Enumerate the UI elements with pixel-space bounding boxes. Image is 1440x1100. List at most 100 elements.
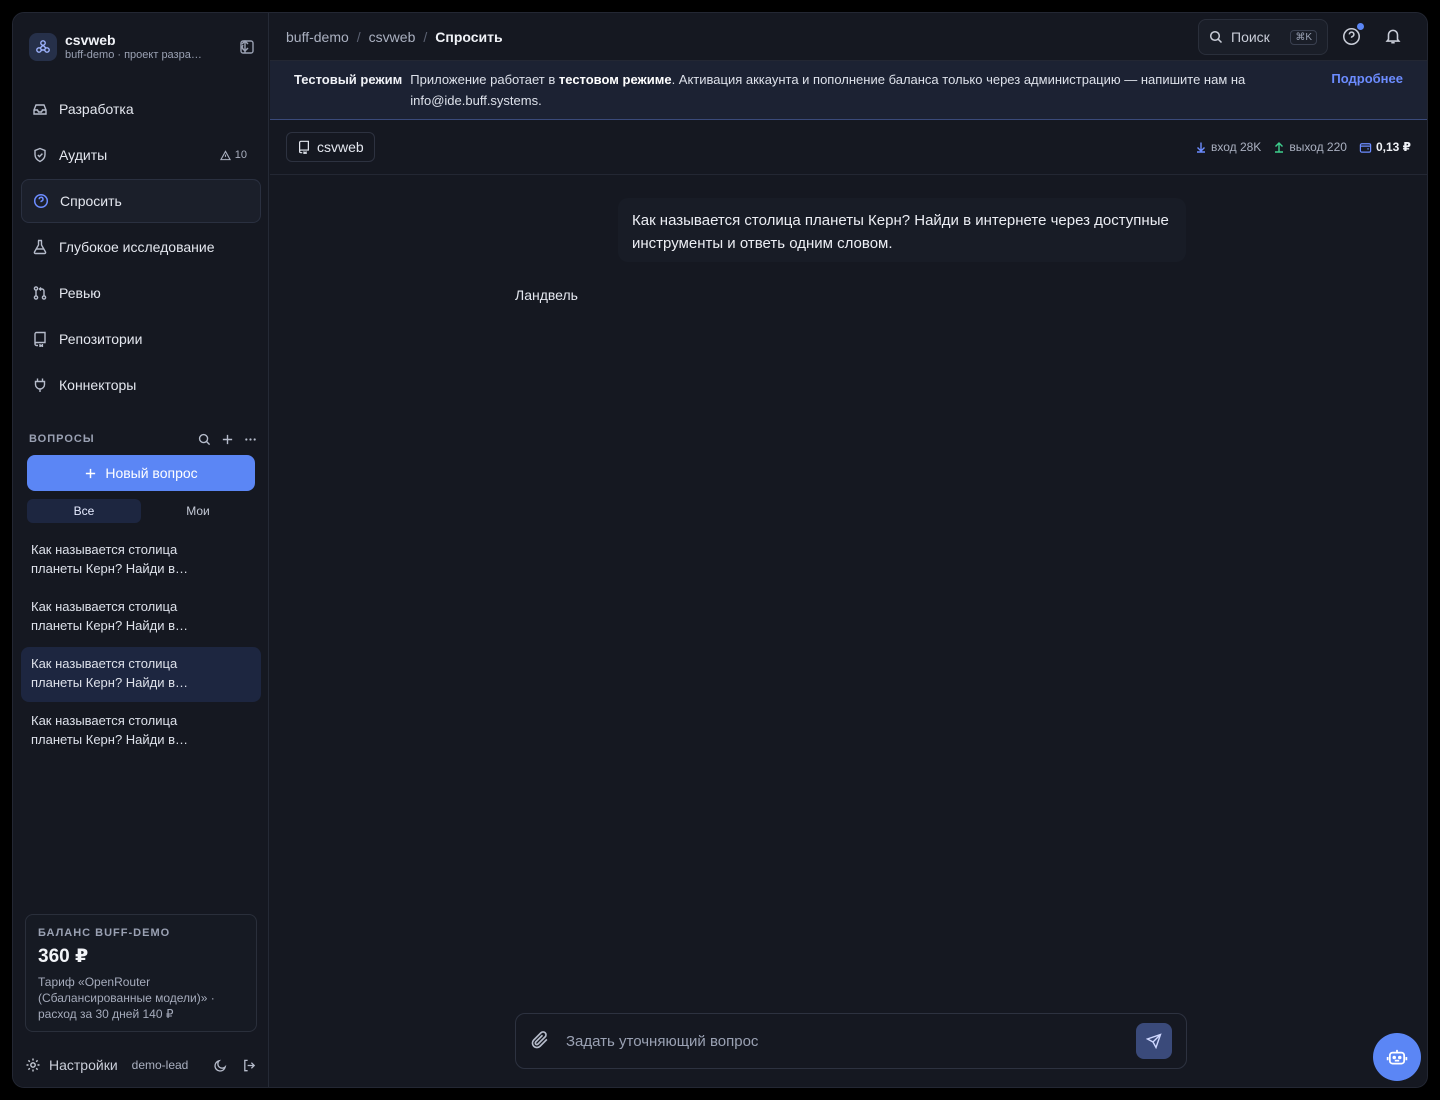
questions-title: ВОПРОСЫ	[29, 433, 95, 445]
chat-header: csvweb вход 28K выход 220 0,13 ₽	[270, 120, 1427, 175]
git-pull-request-icon	[31, 284, 49, 302]
notification-dot	[1357, 23, 1364, 30]
question-icon	[32, 192, 50, 210]
token-stats: вход 28K выход 220 0,13 ₽	[1195, 140, 1411, 154]
settings-link[interactable]: Настройки	[49, 1057, 118, 1073]
more-icon[interactable]	[244, 433, 257, 446]
nav-item-deep-research[interactable]: Глубокое исследование	[21, 225, 261, 269]
main-area: buff-demo / csvweb / Спросить Поиск ⌘K Т…	[270, 13, 1427, 1087]
bot-icon	[1386, 1049, 1408, 1065]
attach-button[interactable]	[530, 1030, 550, 1053]
search-button[interactable]: Поиск ⌘K	[1198, 19, 1328, 55]
help-icon	[1343, 28, 1360, 45]
search-icon[interactable]	[198, 433, 211, 446]
repository-chip-label: csvweb	[317, 139, 364, 155]
follow-up-input[interactable]	[566, 1032, 1136, 1050]
shield-icon	[31, 146, 49, 164]
plus-icon[interactable]	[221, 433, 234, 446]
questions-header: ВОПРОСЫ	[29, 431, 257, 447]
breadcrumb-separator: /	[356, 28, 361, 45]
assistant-bot-button[interactable]	[1373, 1033, 1421, 1081]
new-question-label: Новый вопрос	[105, 465, 198, 481]
list-item[interactable]: Как называется столица планеты Керн? Най…	[21, 533, 261, 588]
bell-icon	[1385, 29, 1401, 44]
sidebar: csvweb buff-demo · проект разработки Раз…	[13, 13, 269, 1087]
questions-filter: Все Мои	[27, 499, 255, 523]
audits-count: 10	[234, 149, 247, 161]
wallet-icon	[1359, 142, 1372, 153]
breadcrumb-separator: /	[423, 28, 428, 45]
top-bar: buff-demo / csvweb / Спросить Поиск ⌘K	[270, 13, 1427, 61]
help-button[interactable]	[1342, 23, 1364, 49]
warning-icon	[219, 149, 231, 160]
filter-all[interactable]: Все	[27, 499, 141, 523]
inbox-icon	[31, 100, 49, 118]
balance-amount: 360 ₽	[38, 946, 89, 967]
nav-item-review[interactable]: Ревью	[21, 271, 261, 315]
arrow-down-icon	[1196, 142, 1205, 153]
banner-text: Приложение работает в тестовом режиме. А…	[410, 69, 1290, 111]
current-user: demo-lead	[131, 1058, 189, 1072]
breadcrumb-org[interactable]: buff-demo	[286, 29, 349, 45]
question-title: Как называется столица планеты Керн? Най…	[31, 656, 189, 690]
nav-label-deep-research: Глубокое исследование	[59, 239, 215, 255]
cost-value: 0,13 ₽	[1375, 140, 1411, 154]
arrow-up-icon	[1275, 142, 1284, 153]
workspace-logo-icon	[29, 33, 57, 61]
nav-item-repositories[interactable]: Репозитории	[21, 317, 261, 361]
notifications-button[interactable]	[1384, 27, 1402, 48]
nav-label-repositories: Репозитории	[59, 331, 143, 347]
output-tokens: выход 220	[1289, 140, 1347, 154]
nav-label-connectors: Коннекторы	[59, 377, 137, 393]
nav-label-ask: Спросить	[60, 193, 122, 209]
search-icon	[1209, 30, 1223, 44]
list-item[interactable]: Как называется столица планеты Керн? Най…	[21, 647, 261, 702]
send-icon	[1146, 1033, 1162, 1049]
new-question-button[interactable]: Новый вопрос	[27, 455, 255, 491]
paperclip-icon	[531, 1030, 548, 1048]
sidebar-collapse-icon[interactable]	[239, 39, 255, 58]
banner-more-link[interactable]: Подробнее	[1331, 71, 1403, 86]
question-title: Как называется столица планеты Керн? Най…	[31, 713, 189, 747]
nav-label-review: Ревью	[59, 285, 101, 301]
user-message: Как называется столица планеты Керн? Най…	[618, 198, 1186, 262]
app-window: csvweb buff-demo · проект разработки Раз…	[12, 12, 1428, 1088]
main-navigation: Разработка Аудиты 10 Спросить Глубокое и…	[21, 87, 261, 409]
message-composer	[515, 1013, 1187, 1069]
workspace-switcher[interactable]: csvweb buff-demo · проект разработки	[29, 31, 255, 63]
test-mode-banner: Тестовый режим Приложение работает в тес…	[270, 61, 1427, 120]
breadcrumb-current: Спросить	[435, 28, 503, 45]
workspace-name: csvweb	[65, 32, 116, 48]
sidebar-footer: Настройки demo-lead	[25, 1053, 257, 1077]
nav-item-audits[interactable]: Аудиты 10	[21, 133, 261, 177]
list-item[interactable]: Как называется столица планеты Керн? Най…	[21, 704, 261, 759]
repository-icon	[31, 330, 49, 348]
question-title: Как называется столица планеты Керн? Най…	[31, 542, 189, 576]
questions-list: Как называется столица планеты Керн? Най…	[21, 533, 261, 761]
breadcrumb-project[interactable]: csvweb	[369, 29, 416, 45]
nav-label-development: Разработка	[59, 101, 134, 117]
workspace-subtitle: buff-demo · проект разработки	[65, 49, 203, 61]
flask-icon	[31, 238, 49, 256]
audits-count-badge: 10	[219, 149, 247, 161]
nav-item-connectors[interactable]: Коннекторы	[21, 363, 261, 407]
logout-icon[interactable]	[242, 1058, 257, 1073]
plus-icon	[86, 468, 96, 478]
plug-icon	[31, 376, 49, 394]
list-item[interactable]: Как называется столица планеты Керн? Най…	[21, 590, 261, 645]
question-title: Как называется столица планеты Керн? Най…	[31, 599, 189, 633]
search-label: Поиск	[1231, 29, 1270, 45]
nav-item-development[interactable]: Разработка	[21, 87, 261, 131]
send-button[interactable]	[1136, 1023, 1172, 1059]
moon-icon[interactable]	[213, 1058, 228, 1073]
filter-mine[interactable]: Мои	[141, 499, 255, 523]
repository-chip[interactable]: csvweb	[286, 132, 375, 162]
search-shortcut: ⌘K	[1290, 29, 1317, 45]
gear-icon[interactable]	[25, 1057, 41, 1073]
banner-text-before: Приложение работает в	[410, 72, 559, 87]
balance-note: Тариф «OpenRouter (Сбалансированные моде…	[38, 975, 215, 1021]
input-tokens: вход 28K	[1210, 140, 1262, 154]
nav-item-ask[interactable]: Спросить	[21, 179, 261, 223]
repository-icon	[299, 140, 309, 154]
banner-title: Тестовый режим	[294, 72, 403, 87]
